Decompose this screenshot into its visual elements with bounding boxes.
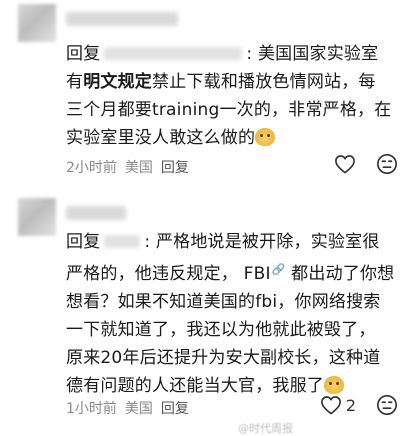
comment-actions <box>334 153 398 175</box>
timestamp: 1小时前 <box>66 401 117 417</box>
reply-button[interactable]: 回复 <box>161 157 189 177</box>
body-line: 一下就知道了，我还以为他就此被毁了， <box>66 320 376 340</box>
comment-actions: 2 <box>320 394 398 416</box>
reply-suffix: : 美国国家实验室 <box>246 44 379 64</box>
body-line: 原来20年后还提升为安大副校长，这种道 <box>66 348 381 368</box>
location: 美国 <box>124 401 153 417</box>
body-text: 严格的，他违反规定， FBI <box>66 264 271 284</box>
watermark: @时代周报 <box>238 422 293 435</box>
username-blurred[interactable] <box>66 12 178 26</box>
link-mark-icon: 🔗 <box>271 263 286 276</box>
body-line: 三个月都要training一次的，非常严格，在 <box>66 100 392 120</box>
avatar[interactable] <box>18 4 56 42</box>
body-text: 禁止下载和播放色情网站，每 <box>152 72 376 92</box>
reply-target-blurred[interactable] <box>104 47 243 60</box>
heart-icon <box>320 396 341 415</box>
reply-prefix: 回复 <box>66 44 101 64</box>
body-line: 想看？如果不知道美国的fbi，你网络搜索 <box>66 292 381 312</box>
dislike-face-icon[interactable] <box>376 394 398 416</box>
like-button[interactable] <box>334 154 356 174</box>
reply-button[interactable]: 回复 <box>161 398 189 418</box>
body-text-bold: 明文规定 <box>83 72 153 92</box>
body-text: 都出动了你想 <box>285 264 395 284</box>
dislike-face-icon[interactable] <box>376 153 398 175</box>
comment-2: 回复 : 严格地说是被开除，实验室很 严格的，他违反规定， FBI🔗 都出动了你想… <box>0 196 418 436</box>
username-blurred[interactable] <box>66 206 126 220</box>
reply-target-blurred[interactable] <box>104 235 141 248</box>
body-text: 实验室里没人敢这么做的 <box>66 128 256 148</box>
comment-body: 回复 : 美国国家实验室 有明文规定禁止下载和播放色情网站，每 三个月都要trai… <box>66 40 402 152</box>
reply-prefix: 回复 <box>66 232 101 252</box>
location: 美国 <box>124 160 153 176</box>
emoji-icon <box>255 128 276 146</box>
comment-meta: 1小时前 美国 回复 <box>66 398 189 418</box>
comment-body: 回复 : 严格地说是被开除，实验室很 严格的，他违反规定， FBI🔗 都出动了你想… <box>66 228 402 400</box>
body-text: 有 <box>66 72 84 92</box>
timestamp: 2小时前 <box>66 160 117 176</box>
reply-suffix: : 严格地说是被开除，实验室很 <box>144 232 380 252</box>
like-button[interactable]: 2 <box>320 395 356 415</box>
like-count: 2 <box>345 395 356 415</box>
emoji-icon <box>324 376 344 394</box>
comment-1: 回复 : 美国国家实验室 有明文规定禁止下载和播放色情网站，每 三个月都要trai… <box>0 0 418 200</box>
heart-icon <box>335 155 355 174</box>
avatar[interactable] <box>18 198 56 236</box>
body-text: 德有问题的人还能当大官，我服了 <box>66 376 324 396</box>
comment-meta: 2小时前 美国 回复 <box>66 157 189 177</box>
